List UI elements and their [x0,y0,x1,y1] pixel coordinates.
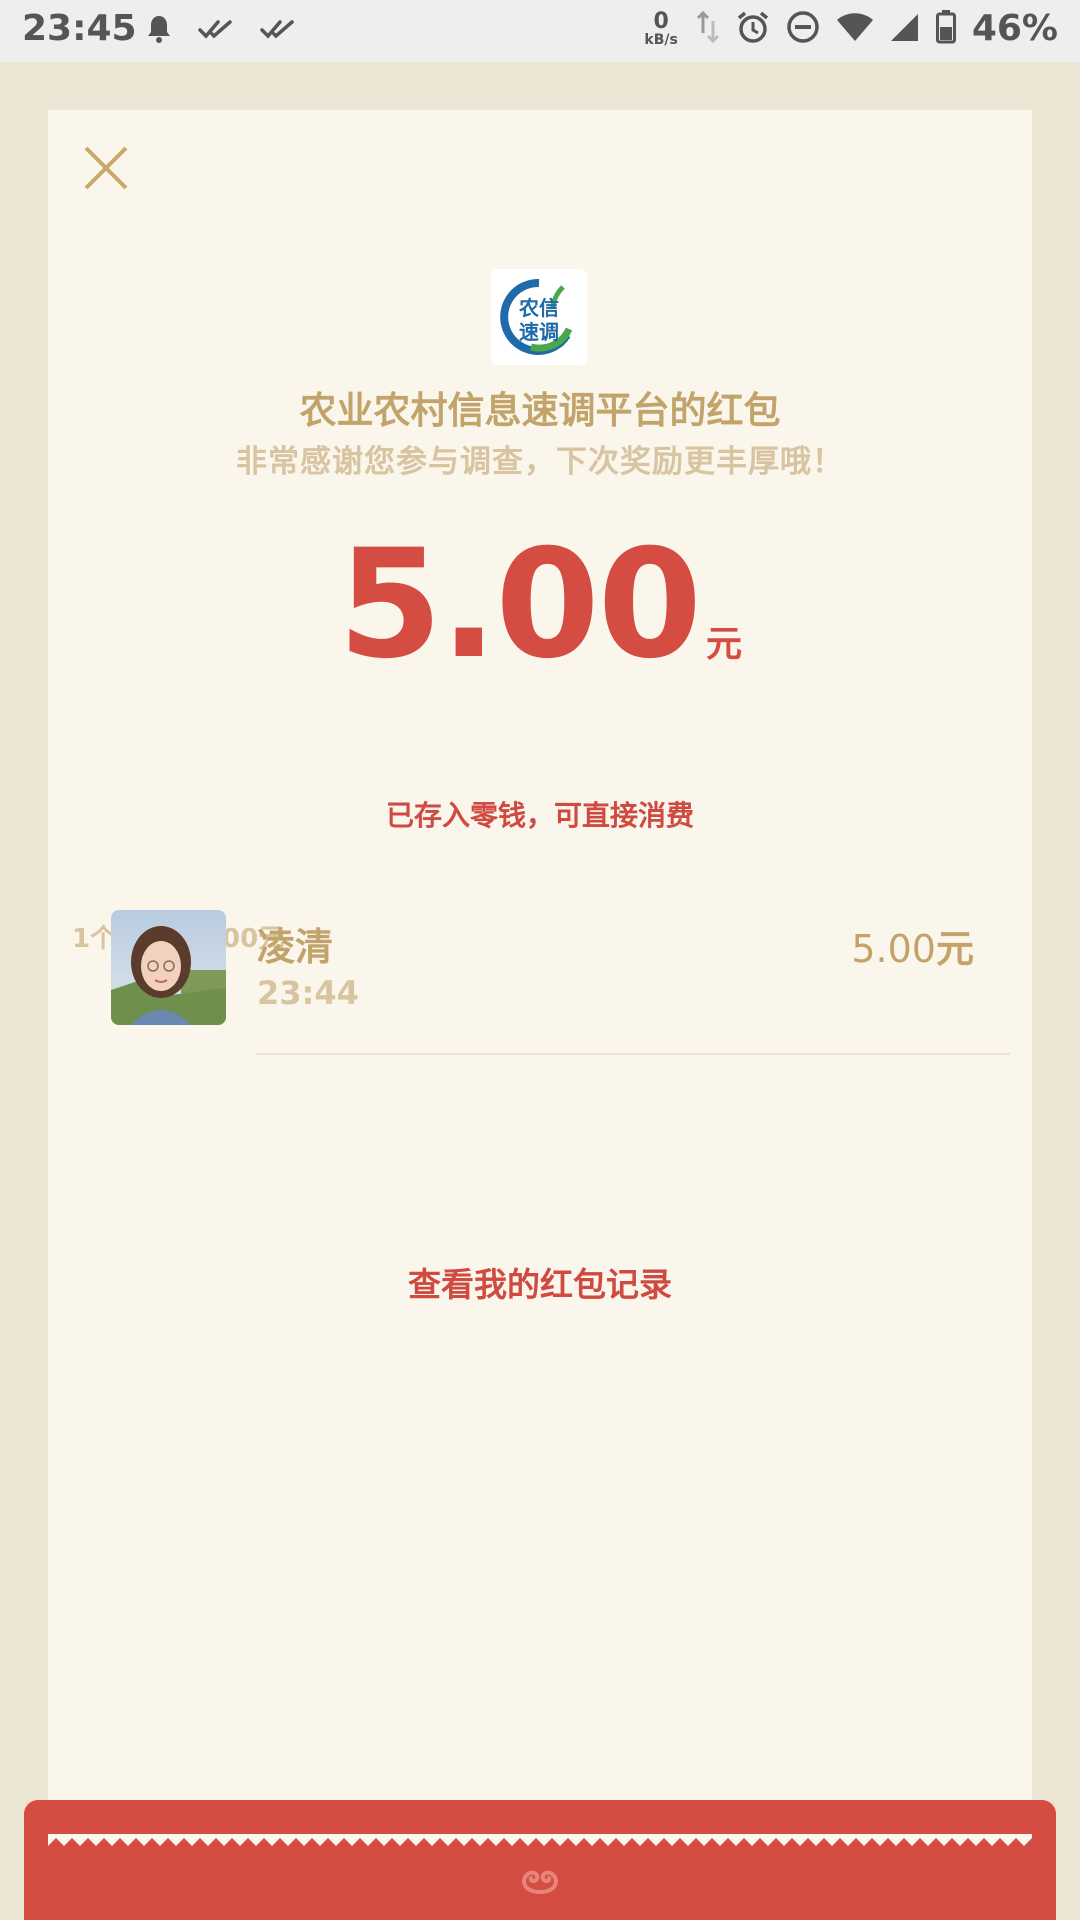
notification-icons [146,14,296,48]
packet-title: 农业农村信息速调平台的红包 [299,389,781,432]
data-arrows-icon [696,9,720,49]
packet-subtitle: 非常感谢您参与调查，下次奖励更丰厚哦！ [236,444,844,480]
view-records-link[interactable]: 查看我的红包记录 [48,1258,1032,1306]
red-packet-card: 农信 速调 农业农村信息速调平台的红包 非常感谢您参与调查，下次奖励更丰厚哦！ … [48,110,1032,1920]
cloud-pattern-icon [522,1870,558,1894]
amount-display: 5.00 元 [48,530,1032,680]
zigzag-edge [48,1834,1032,1846]
alarm-icon [736,10,770,48]
wifi-icon [836,12,874,46]
net-speed-value: 0 [653,8,669,34]
net-speed: 0 kB/s [644,8,678,48]
divider [256,1053,1010,1055]
stored-note: 已存入零钱，可直接消费 [385,799,694,832]
dnd-icon [786,10,820,48]
svg-text:农信: 农信 [518,296,559,320]
amount-value: 5.00 [337,518,702,692]
sender-name: 凌清 [257,925,334,969]
amount-unit: 元 [706,624,743,665]
platform-logo: 农信 速调 [491,269,587,365]
bell-icon [146,14,172,48]
signal-icon [890,12,920,46]
status-time: 23:45 [22,8,137,49]
receive-time: 23:44 [257,974,359,1012]
double-check-icon [198,18,234,44]
double-check-icon [260,18,296,44]
close-icon [84,146,128,190]
system-icons: 0 kB/s 46% [644,8,1058,49]
battery-percent: 46% [971,8,1058,49]
status-bar: 23:45 0 kB/s 46% [0,0,1080,62]
received-amount: 5.00元 [851,918,974,973]
close-button[interactable] [78,140,134,196]
svg-text:速调: 速调 [519,320,559,344]
received-amount-unit: 元 [935,927,974,971]
battery-icon [935,9,956,48]
received-amount-value: 5.00 [851,927,936,971]
avatar [111,910,226,1025]
net-speed-unit: kB/s [644,31,678,48]
envelope-bottom [24,1800,1056,1920]
